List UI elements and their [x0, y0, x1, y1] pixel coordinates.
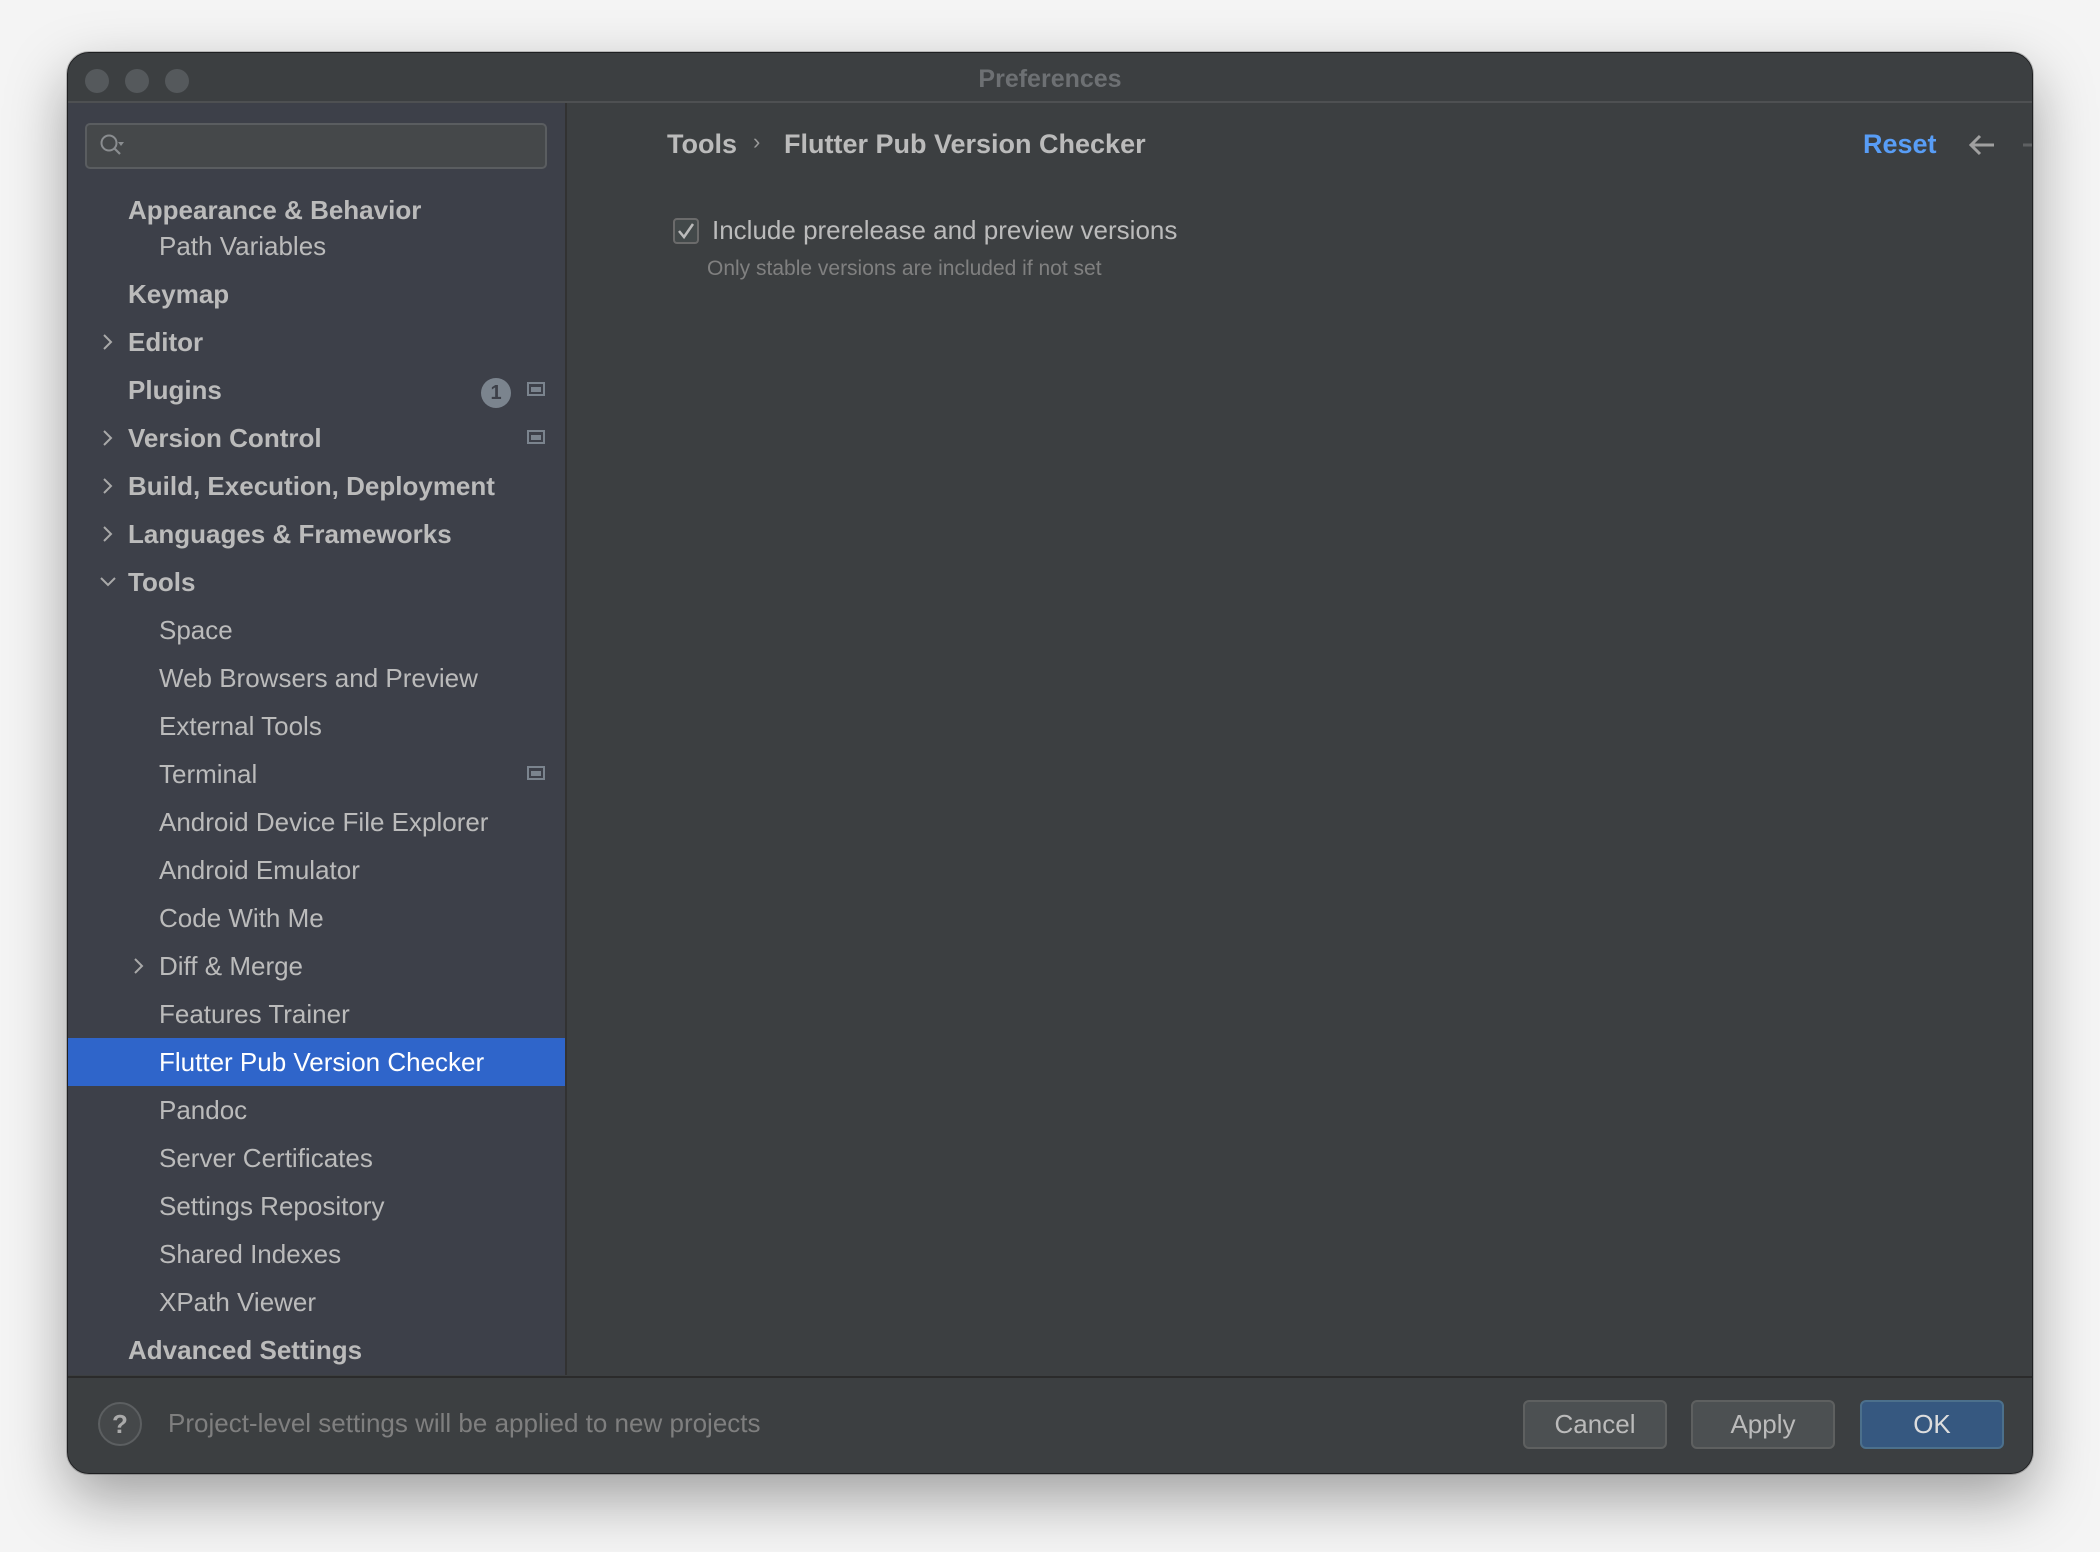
- sidebar-item-label: Languages & Frameworks: [128, 519, 452, 549]
- chevron-right-icon[interactable]: [98, 414, 118, 462]
- search-icon: [100, 134, 124, 155]
- sidebar-item-label: Settings Repository: [159, 1191, 385, 1221]
- chevron-right-icon[interactable]: [98, 318, 118, 366]
- breadcrumb-separator: ›: [753, 129, 761, 154]
- sidebar-item-diff-merge[interactable]: Diff & Merge: [68, 942, 565, 990]
- sidebar-item-label: Keymap: [128, 279, 230, 309]
- project-level-icon: [527, 382, 545, 396]
- sidebar-item-label: Tools: [128, 567, 196, 597]
- apply-button[interactable]: Apply: [1691, 1400, 1835, 1449]
- arrow-right-icon[interactable]: [2020, 133, 2033, 157]
- sidebar-item-server-certificates[interactable]: Server Certificates: [68, 1134, 565, 1182]
- cancel-button[interactable]: Cancel: [1523, 1400, 1667, 1449]
- sidebar-item-tools[interactable]: Tools: [68, 558, 565, 606]
- sidebar-item-label: Version Control: [128, 423, 322, 453]
- sidebar-item-advanced-settings[interactable]: Advanced Settings: [68, 1326, 565, 1374]
- project-level-icon: [527, 766, 545, 780]
- sidebar-item-label: Android Device File Explorer: [159, 807, 489, 837]
- sidebar-item-label: Plugins: [128, 375, 222, 405]
- sidebar-item-label: Pandoc: [159, 1095, 248, 1125]
- sidebar-item-label: Path Variables: [159, 231, 327, 261]
- sidebar-item-android-emulator[interactable]: Android Emulator: [68, 846, 565, 894]
- include-prerelease-checkbox[interactable]: [673, 218, 699, 244]
- sidebar-item-label: Terminal: [159, 759, 258, 789]
- sidebar-item-flutter-pub-version-checker[interactable]: Flutter Pub Version Checker: [68, 1038, 565, 1086]
- sidebar-item-label: Editor: [128, 327, 204, 357]
- arrow-left-icon[interactable]: [1967, 133, 1997, 157]
- reset-link[interactable]: Reset: [1863, 129, 1937, 160]
- chevron-right-icon[interactable]: [98, 462, 118, 510]
- chevron-right-icon[interactable]: [98, 510, 118, 558]
- settings-sidebar: Appearance & Behavior Path Variables Keyma…: [68, 103, 567, 1375]
- settings-search-input[interactable]: [85, 123, 547, 169]
- sidebar-item-label: Diff & Merge: [159, 951, 304, 981]
- sidebar-item-languages-frameworks[interactable]: Languages & Frameworks: [68, 510, 565, 558]
- sidebar-item-label: Flutter Pub Version Checker: [159, 1047, 485, 1077]
- sidebar-item-features-trainer[interactable]: Features Trainer: [68, 990, 565, 1038]
- sidebar-item-keymap[interactable]: Keymap: [68, 270, 565, 318]
- sidebar-item-label: XPath Viewer: [159, 1287, 317, 1317]
- sidebar-item-label: Code With Me: [159, 903, 324, 933]
- sidebar-item-label: Build, Execution, Deployment: [128, 471, 495, 501]
- sidebar-item-label: Advanced Settings: [128, 1335, 363, 1365]
- sidebar-item-shared-indexes[interactable]: Shared Indexes: [68, 1230, 565, 1278]
- sidebar-item-web-browsers-and-preview[interactable]: Web Browsers and Preview: [68, 654, 565, 702]
- footer-info-text: Project-level settings will be applied t…: [168, 1408, 761, 1438]
- sidebar-item-label: Space: [159, 615, 233, 645]
- checkmark-icon: [678, 223, 695, 240]
- chevron-right-icon[interactable]: [129, 942, 149, 990]
- sidebar-item-pandoc[interactable]: Pandoc: [68, 1086, 565, 1134]
- help-button[interactable]: ?: [98, 1402, 142, 1446]
- include-prerelease-label[interactable]: Include prerelease and preview versions: [712, 215, 1177, 246]
- sidebar-item-terminal[interactable]: Terminal: [68, 750, 565, 798]
- sidebar-item-external-tools[interactable]: External Tools: [68, 702, 565, 750]
- window-title: Preferences: [978, 65, 1122, 93]
- chevron-down-icon[interactable]: [98, 558, 118, 606]
- breadcrumb-current-page: Flutter Pub Version Checker: [784, 129, 1146, 159]
- settings-content: Tools › Flutter Pub Version Checker Rese…: [567, 103, 2032, 1375]
- sidebar-item-editor[interactable]: Editor: [68, 318, 565, 366]
- preferences-window: Preferences Appearance & Behavior Path Va…: [67, 52, 2033, 1474]
- sidebar-item-android-device-file-explorer[interactable]: Android Device File Explorer: [68, 798, 565, 846]
- sidebar-item-path-variables[interactable]: Path Variables: [68, 222, 565, 270]
- breadcrumb-tools[interactable]: Tools: [667, 129, 737, 160]
- sidebar-item-code-with-me[interactable]: Code With Me: [68, 894, 565, 942]
- sidebar-item-label: Server Certificates: [159, 1143, 373, 1173]
- include-prerelease-hint: Only stable versions are included if not…: [707, 257, 1102, 280]
- sidebar-item-version-control[interactable]: Version Control: [68, 414, 565, 462]
- sidebar-item-label: External Tools: [159, 711, 322, 741]
- dialog-footer: ? Project-level settings will be applied…: [68, 1376, 2032, 1473]
- project-level-icon: [527, 430, 545, 444]
- sidebar-item-settings-repository[interactable]: Settings Repository: [68, 1182, 565, 1230]
- sidebar-item-build-execution-deployment[interactable]: Build, Execution, Deployment: [68, 462, 565, 510]
- title-bar: Preferences: [68, 53, 2032, 103]
- sidebar-item-label: Android Emulator: [159, 855, 360, 885]
- sidebar-item-plugins[interactable]: Plugins 1: [68, 366, 565, 414]
- sidebar-item-label: Shared Indexes: [159, 1239, 342, 1269]
- sidebar-item-xpath-viewer[interactable]: XPath Viewer: [68, 1278, 565, 1326]
- sidebar-item-space[interactable]: Space: [68, 606, 565, 654]
- update-count-badge: 1: [481, 378, 511, 408]
- sidebar-item-label: Features Trainer: [159, 999, 350, 1029]
- ok-button[interactable]: OK: [1860, 1400, 2004, 1449]
- sidebar-item-label: Web Browsers and Preview: [159, 663, 478, 693]
